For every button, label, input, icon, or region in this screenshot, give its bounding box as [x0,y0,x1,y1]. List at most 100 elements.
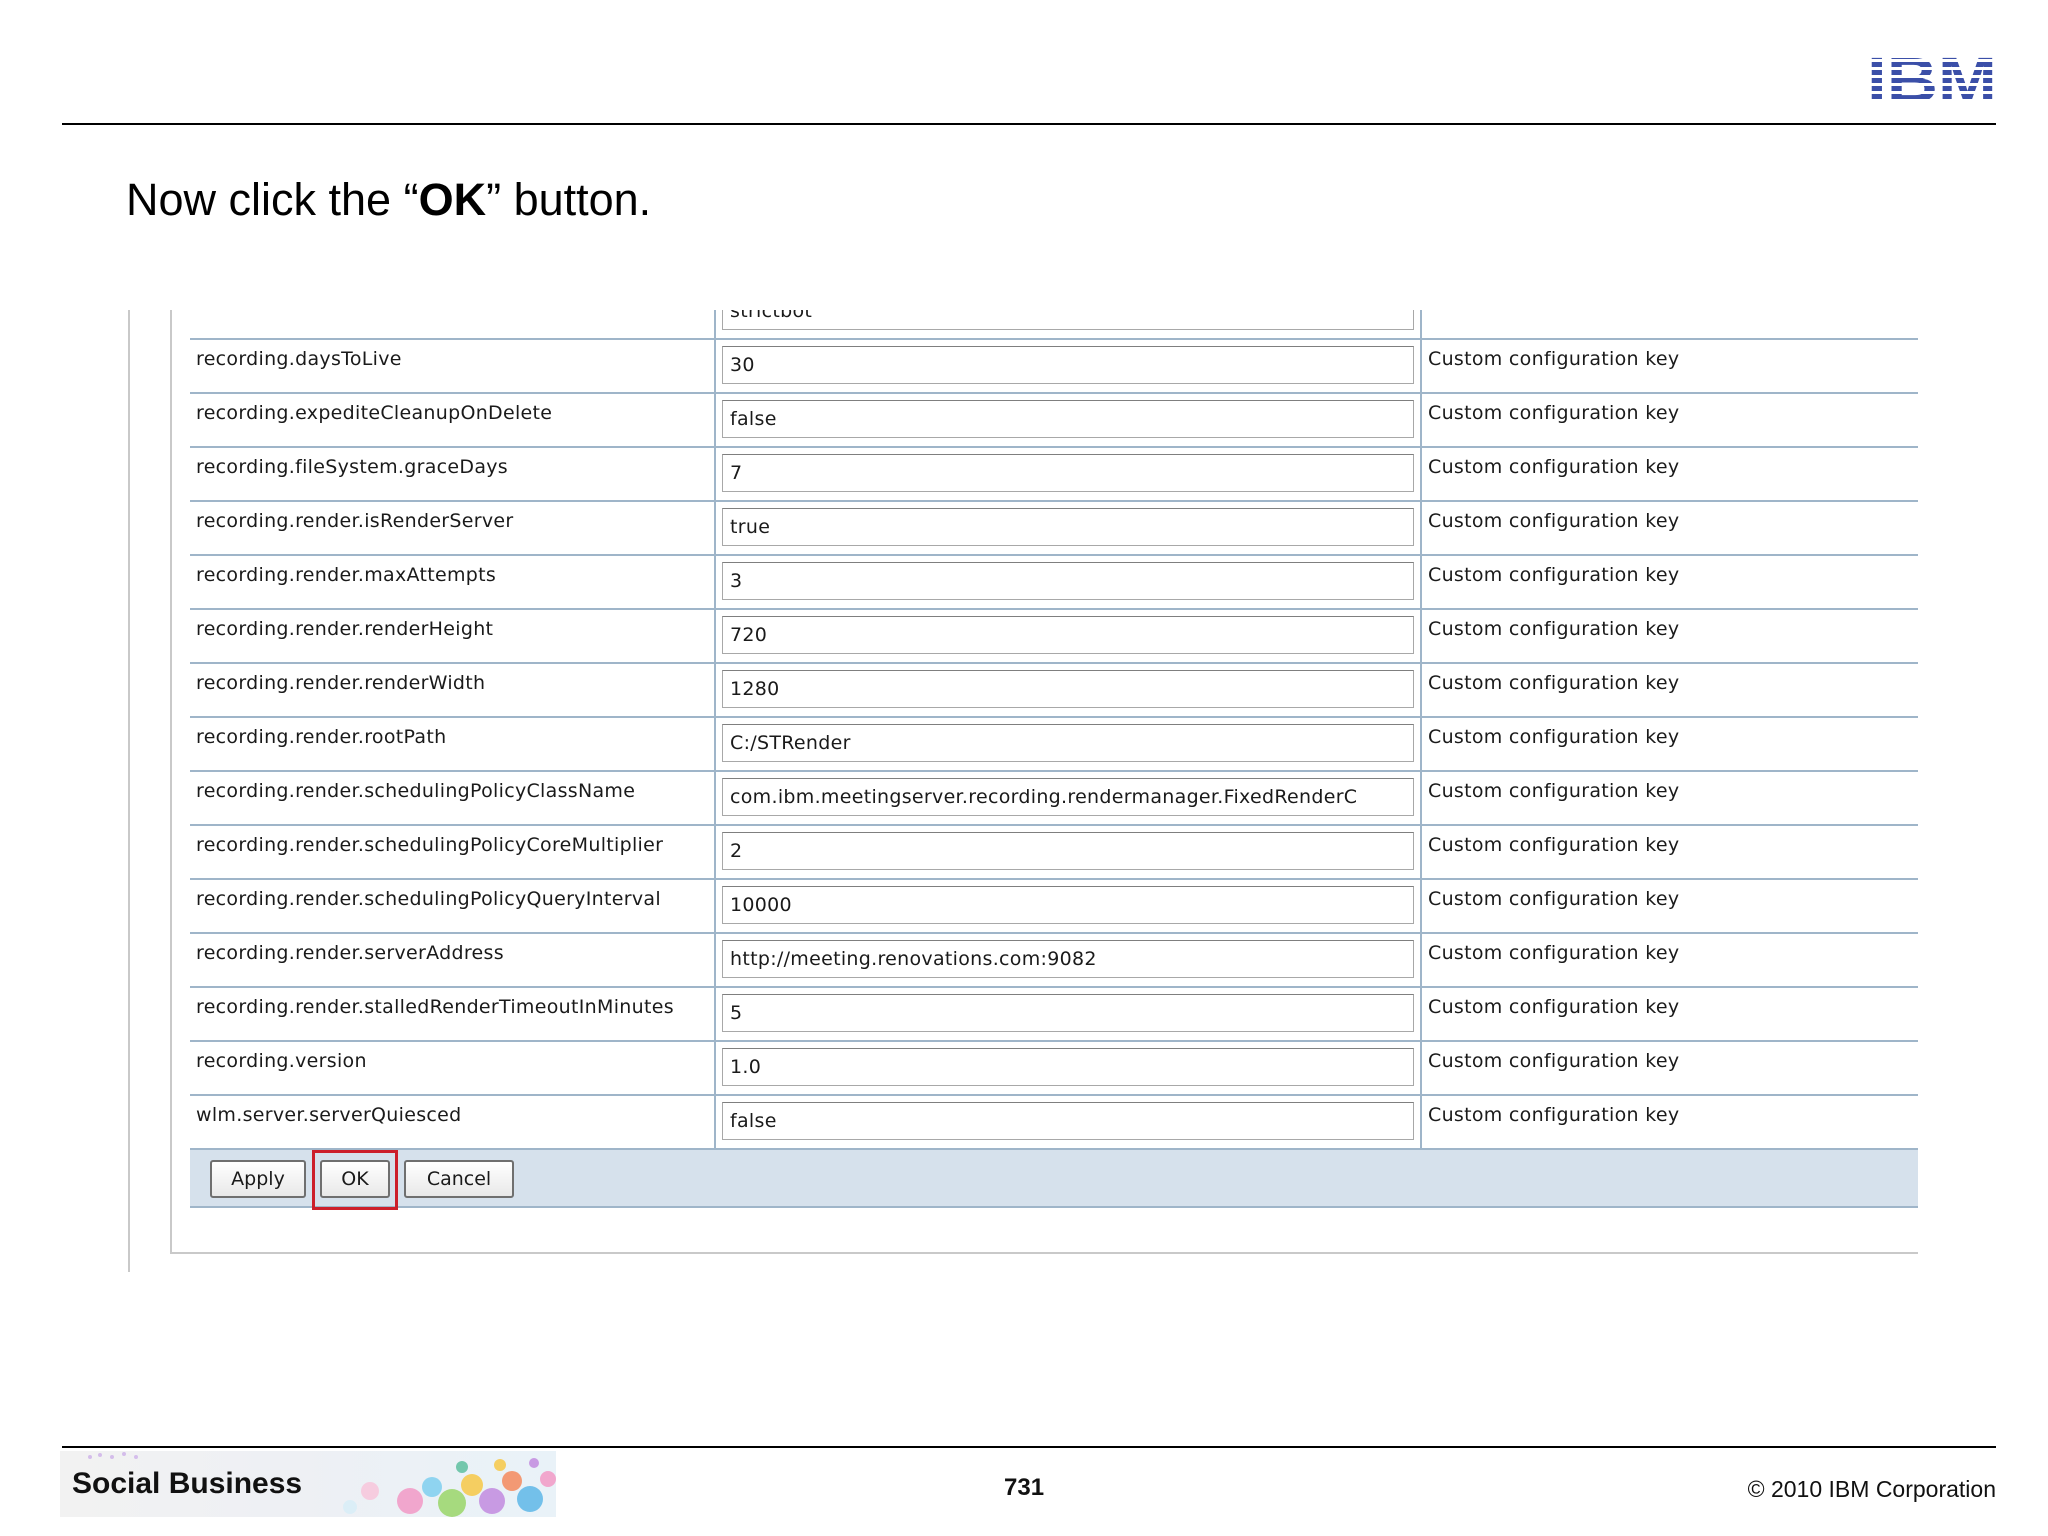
property-value-input[interactable]: 30 [722,346,1414,384]
property-name: recording.render.maxAttempts [196,564,497,586]
table-row: recording.render.schedulingPolicyClassNa… [190,772,1918,826]
property-value-cell: false [714,1096,1422,1148]
property-name: recording.render.schedulingPolicyCoreMul… [196,834,664,856]
property-value-input[interactable]: true [722,508,1414,546]
property-description: Custom configuration key [1428,888,1680,910]
table-row: recording.fileSystem.graceDays 7 Custom co… [190,448,1918,502]
table-row: recording.version 1.0 Custom configuration… [190,1042,1918,1096]
property-description: Custom configuration key [1428,348,1680,370]
property-description: Custom configuration key [1428,510,1680,532]
property-value-cell: strictbot [714,310,1422,338]
property-value-input[interactable]: false [722,400,1414,438]
property-value-input[interactable]: 720 [722,616,1414,654]
console-inner-border-left [170,310,172,1254]
property-name: wlm.server.serverQuiesced [196,1104,462,1126]
table-row: recording.render.schedulingPolicyCoreMul… [190,826,1918,880]
property-value-cell: com.ibm.meetingserver.recording.renderma… [714,772,1422,824]
property-name: recording.fileSystem.graceDays [196,456,509,478]
property-value-input[interactable]: 3 [722,562,1414,600]
table-row: recording.expediteCleanupOnDelete false Cu… [190,394,1918,448]
footer-banner: Social Business [60,1451,556,1517]
property-value-input[interactable]: 2 [722,832,1414,870]
property-value-cell: http://meeting.renovations.com:9082 [714,934,1422,986]
table-row: recording.daysToLive 30 Custom configurati… [190,340,1918,394]
slide-title-bold: OK [418,174,487,225]
property-value-input[interactable]: 10000 [722,886,1414,924]
property-description: Custom configuration key [1428,618,1680,640]
property-value-cell: 2 [714,826,1422,878]
property-value-cell: 5 [714,988,1422,1040]
ok-button[interactable]: OK [320,1160,390,1198]
page-number: 731 [1004,1474,1045,1501]
property-name: recording.daysToLive [196,348,402,370]
header-rule [62,123,1996,125]
table-row: recording.render.renderHeight 720 Custom c… [190,610,1918,664]
property-value-cell: 7 [714,448,1422,500]
table-row: recording.render.isRenderServer true Custo… [190,502,1918,556]
footer-banner-label: Social Business [72,1467,303,1500]
property-description: Custom configuration key [1428,456,1680,478]
console-screenshot: strictbot recording.daysToLive 30 Custom c… [128,310,1918,1272]
slide-title: Now click the “OK” button. [126,170,651,230]
property-description: Custom configuration key [1428,1104,1680,1126]
property-description: Custom configuration key [1428,834,1680,856]
table-row: recording.render.stalledRenderTimeoutInM… [190,988,1918,1042]
property-name: recording.render.isRenderServer [196,510,514,532]
footer-rule [62,1446,1996,1448]
property-description [1422,310,1918,338]
property-value-cell: false [714,394,1422,446]
property-value-input[interactable]: strictbot [722,310,1414,330]
property-name: recording.render.serverAddress [196,942,504,964]
copyright: © 2010 IBM Corporation [1747,1476,1996,1502]
property-name: recording.expediteCleanupOnDelete [196,402,553,424]
ibm-logo: IBM [1866,52,1998,106]
property-description: Custom configuration key [1428,672,1680,694]
table-rows: recording.daysToLive 30 Custom configurati… [190,340,1918,1150]
property-value-input[interactable]: 1280 [722,670,1414,708]
property-name [190,310,714,338]
property-description: Custom configuration key [1428,564,1680,586]
console-inner-border-bottom [170,1252,1918,1254]
button-bar: Apply OK Cancel [190,1150,1918,1210]
property-description: Custom configuration key [1428,996,1680,1018]
property-description: Custom configuration key [1428,942,1680,964]
property-value-cell: 720 [714,610,1422,662]
property-value-cell: true [714,502,1422,554]
table-row: wlm.server.serverQuiesced false Custom con… [190,1096,1918,1150]
property-name: recording.render.renderHeight [196,618,494,640]
table-row: recording.render.renderWidth 1280 Custom c… [190,664,1918,718]
property-name: recording.render.renderWidth [196,672,486,694]
property-value-cell: 30 [714,340,1422,392]
property-value-cell: 1280 [714,664,1422,716]
property-name: recording.render.stalledRenderTimeoutInM… [196,996,674,1018]
property-value-input[interactable]: http://meeting.renovations.com:9082 [722,940,1414,978]
property-description: Custom configuration key [1428,726,1680,748]
custom-properties-table: strictbot recording.daysToLive 30 Custom c… [190,310,1918,1210]
property-value-input[interactable]: C:/STRender [722,724,1414,762]
table-row: recording.render.rootPath C:/STRender Cust… [190,718,1918,772]
property-description: Custom configuration key [1428,1050,1680,1072]
property-value-input[interactable]: com.ibm.meetingserver.recording.renderma… [722,778,1414,816]
property-name: recording.render.schedulingPolicyQueryIn… [196,888,661,910]
table-row-partial: strictbot [190,310,1918,340]
slide-title-suffix: ” button. [486,174,652,225]
table-row: recording.render.schedulingPolicyQueryIn… [190,880,1918,934]
table-row: recording.render.serverAddress http://mee… [190,934,1918,988]
property-value-cell: 3 [714,556,1422,608]
property-name: recording.version [196,1050,367,1072]
property-value-input[interactable]: false [722,1102,1414,1140]
console-outer-border [128,310,130,1272]
property-description: Custom configuration key [1428,402,1680,424]
property-value-input[interactable]: 5 [722,994,1414,1032]
apply-button[interactable]: Apply [210,1160,306,1198]
property-value-cell: C:/STRender [714,718,1422,770]
cancel-button[interactable]: Cancel [404,1160,514,1198]
table-row: recording.render.maxAttempts 3 Custom conf… [190,556,1918,610]
property-value-input[interactable]: 7 [722,454,1414,492]
property-name: recording.render.schedulingPolicyClassNa… [196,780,636,802]
property-description: Custom configuration key [1428,780,1680,802]
property-name: recording.render.rootPath [196,726,447,748]
property-value-input[interactable]: 1.0 [722,1048,1414,1086]
property-value-cell: 1.0 [714,1042,1422,1094]
slide-title-prefix: Now click the “ [126,174,419,225]
